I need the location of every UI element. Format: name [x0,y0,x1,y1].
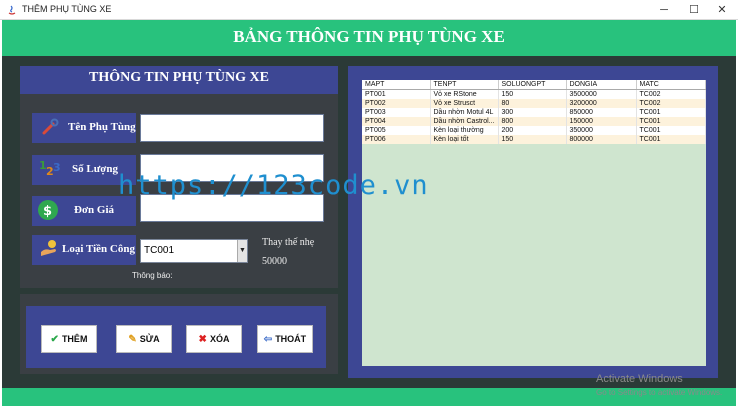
col-header-mapt[interactable]: MAPT [362,80,431,90]
loai-selected-value: TC001 [144,245,175,256]
header-bar: BẢNG THÔNG TIN PHỤ TÙNG XE [2,20,736,56]
them-button-label: THÊM [61,334,88,344]
cell-soluongpt: 80 [498,98,567,108]
loai-tien-cong-select[interactable]: TC001 ▼ [140,239,248,263]
cell-mapt: PT006 [362,134,431,144]
window-title: THÊM PHỤ TÙNG XE [22,4,112,14]
java-app-icon [8,5,16,15]
cell-dongia: 3500000 [566,89,637,99]
activate-windows-subtitle: Go to Settings to activate Windows. [596,388,723,397]
watermark-text: https://123code.vn [118,170,429,201]
cell-mapt: PT002 [362,98,431,108]
table-row[interactable]: PT003 Dầu nhờn Motul 4L 300 850000 TC001 [362,107,706,117]
them-button[interactable]: ✔ THÊM [41,325,97,353]
cell-dongia: 800000 [566,134,637,144]
cell-matc: TC002 [636,89,706,99]
cell-soluongpt: 200 [498,125,567,135]
thoat-button[interactable]: ⇦ THOÁT [257,325,313,353]
numbers-icon: 1 2 3 [39,159,61,178]
loai-description: Thay thế nhẹ [262,237,315,248]
chevron-down-icon[interactable]: ▼ [237,240,247,262]
table-row[interactable]: PT004 Dầu nhờn Castrol... 800 150000 TC0… [362,116,706,126]
thoat-button-label: THOÁT [275,334,307,344]
parts-table: MAPT TENPT SOLUONGPT DONGIA MATC PT001 V… [362,80,706,144]
cell-soluongpt: 150 [498,134,567,144]
pencil-icon: ✎ [128,333,137,345]
cell-dongia: 150000 [566,116,637,126]
page-title: BẢNG THÔNG TIN PHỤ TÙNG XE [233,27,505,46]
table-row[interactable]: PT001 Vỏ xe RStone 150 3500000 TC002 [362,89,706,99]
cell-matc: TC001 [636,125,706,135]
cell-tenpt: Kèn loại tốt [430,134,499,144]
xoa-button-label: XÓA [209,334,230,344]
cell-matc: TC001 [636,116,706,126]
col-header-soluongpt[interactable]: SOLUONGPT [498,80,567,90]
wrench-icon [42,118,59,135]
dongia-label: Đơn Giá [74,204,115,216]
table-row[interactable]: PT006 Kèn loại tốt 150 800000 TC001 [362,134,706,144]
cell-dongia: 3200000 [566,98,637,108]
cell-soluongpt: 800 [498,116,567,126]
sua-button[interactable]: ✎ SỬA [116,325,172,353]
loai-label: Loại Tiền Công [62,243,135,255]
x-icon: ✖ [198,333,207,345]
cell-matc: TC001 [636,134,706,144]
cell-matc: TC001 [636,107,706,117]
form-title: THÔNG TIN PHỤ TÙNG XE [89,70,269,85]
exit-door-icon: ⇦ [263,333,273,345]
svg-text:3: 3 [53,161,61,174]
minimize-button[interactable]: ─ [650,2,678,18]
cell-matc: TC002 [636,98,706,108]
cell-mapt: PT005 [362,125,431,135]
ten-label: Tên Phụ Tùng [68,121,136,133]
close-button[interactable]: ✕ [708,2,736,18]
cell-soluongpt: 150 [498,89,567,99]
svg-text:$: $ [43,204,52,219]
cell-tenpt: Vỏ xe Strusct [430,98,499,108]
col-header-matc[interactable]: MATC [636,80,706,90]
xoa-button[interactable]: ✖ XÓA [186,325,242,353]
sua-button-label: SỬA [139,334,160,344]
cell-tenpt: Dầu nhờn Castrol... [430,116,499,126]
col-header-tenpt[interactable]: TENPT [430,80,499,90]
maximize-button[interactable]: ☐ [680,2,708,18]
activate-windows-title: Activate Windows [596,373,683,385]
soluong-label: Số Lượng [72,163,119,175]
cell-soluongpt: 300 [498,107,567,117]
cell-dongia: 350000 [566,125,637,135]
thong-bao-label: Thông báo: [132,271,173,280]
cell-tenpt: Vỏ xe RStone [430,89,499,99]
dollar-icon: $ [38,200,58,220]
table-row[interactable]: PT002 Vỏ xe Strusct 80 3200000 TC002 [362,98,706,108]
cell-mapt: PT004 [362,116,431,126]
col-header-dongia[interactable]: DONGIA [566,80,637,90]
title-bar: THÊM PHỤ TÙNG XE ─ ☐ ✕ [0,0,738,20]
table-header-row: MAPT TENPT SOLUONGPT DONGIA MATC [362,80,706,90]
cell-tenpt: Kèn loại thường [430,125,499,135]
cell-dongia: 850000 [566,107,637,117]
cell-tenpt: Dầu nhờn Motul 4L [430,107,499,117]
ten-phu-tung-input[interactable] [140,114,324,142]
check-icon: ✔ [50,333,59,345]
hand-money-icon [41,240,56,256]
table-row[interactable]: PT005 Kèn loại thường 200 350000 TC001 [362,125,706,135]
cell-mapt: PT003 [362,107,431,117]
cell-mapt: PT001 [362,89,431,99]
loai-price: 50000 [262,256,287,267]
